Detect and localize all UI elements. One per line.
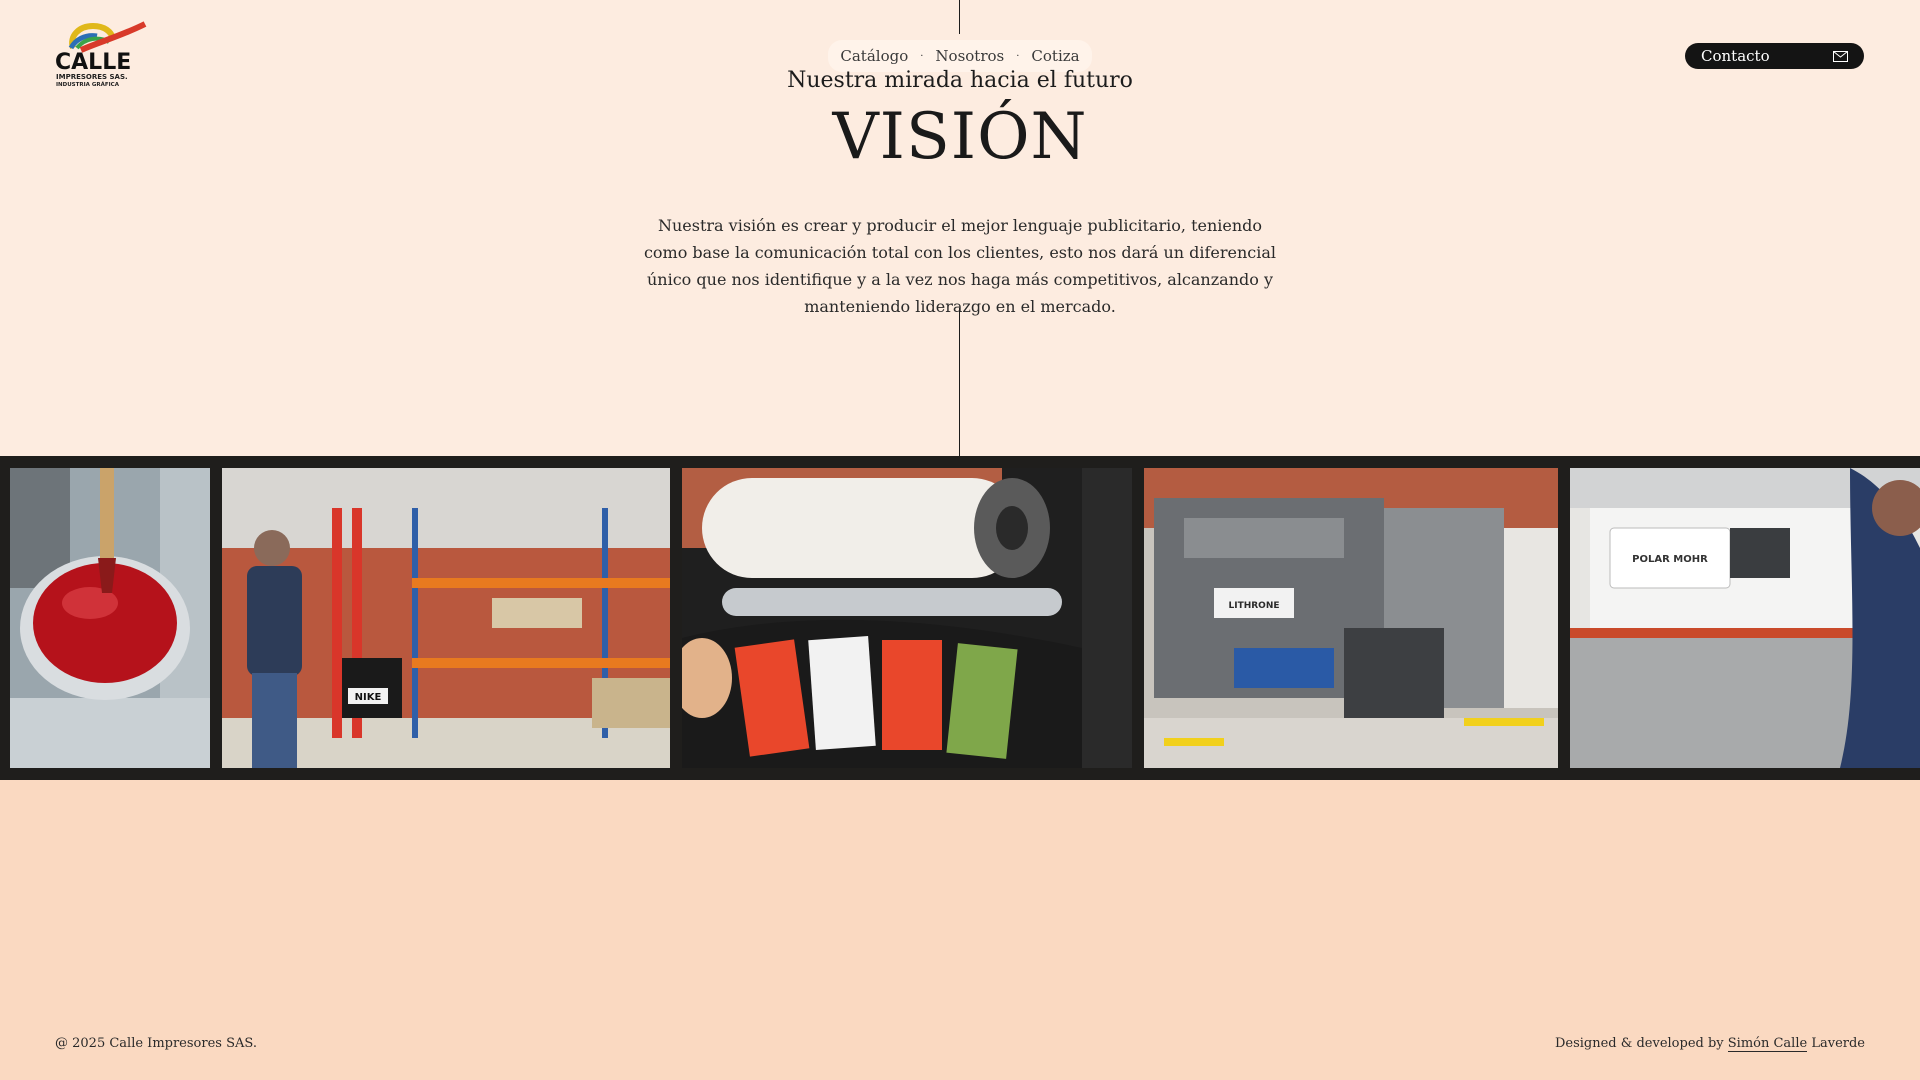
photo-gallery[interactable]: NIKE LITHRONE POLAR MOHR (0, 456, 1920, 780)
contact-button[interactable]: Contacto (1685, 43, 1864, 69)
footer-copyright: @ 2025 Calle Impresores SAS. (55, 1036, 257, 1051)
warehouse-forklift-photo: NIKE (222, 468, 670, 768)
contact-label: Contacto (1701, 47, 1770, 65)
footer-credit: Designed & developed by Simón Calle Lave… (1554, 1036, 1865, 1052)
divider-line-middle (959, 308, 960, 456)
divider-line-top (959, 0, 960, 34)
forklift-box-label: NIKE (355, 692, 382, 703)
press-brand-label: LITHRONE (1228, 601, 1279, 611)
mail-icon (1833, 50, 1848, 62)
nav-item-nosotros[interactable]: Nosotros (923, 47, 1016, 65)
credit-link[interactable]: Simón Calle (1727, 1036, 1808, 1052)
vision-description: Nuestra visión es crear y producir el me… (643, 216, 1277, 316)
hero-subtitle: Nuestra mirada hacia el futuro (787, 68, 1133, 93)
nav-item-cotiza[interactable]: Cotiza (1019, 47, 1091, 65)
page-title: VISIÓN (832, 100, 1088, 174)
credit-suffix: Laverde (1807, 1036, 1865, 1051)
credit-prefix: Designed & developed by (1554, 1036, 1728, 1051)
ink-bucket-photo (10, 468, 210, 768)
laminating-roll-photo (682, 468, 1132, 768)
nav-item-catalogo[interactable]: Catálogo (828, 47, 920, 65)
paper-cutter-photo: POLAR MOHR (1570, 468, 1920, 768)
offset-press-photo: LITHRONE (1144, 468, 1558, 768)
footer-section (0, 780, 1920, 1080)
cutter-brand-label: POLAR MOHR (1632, 554, 1708, 565)
